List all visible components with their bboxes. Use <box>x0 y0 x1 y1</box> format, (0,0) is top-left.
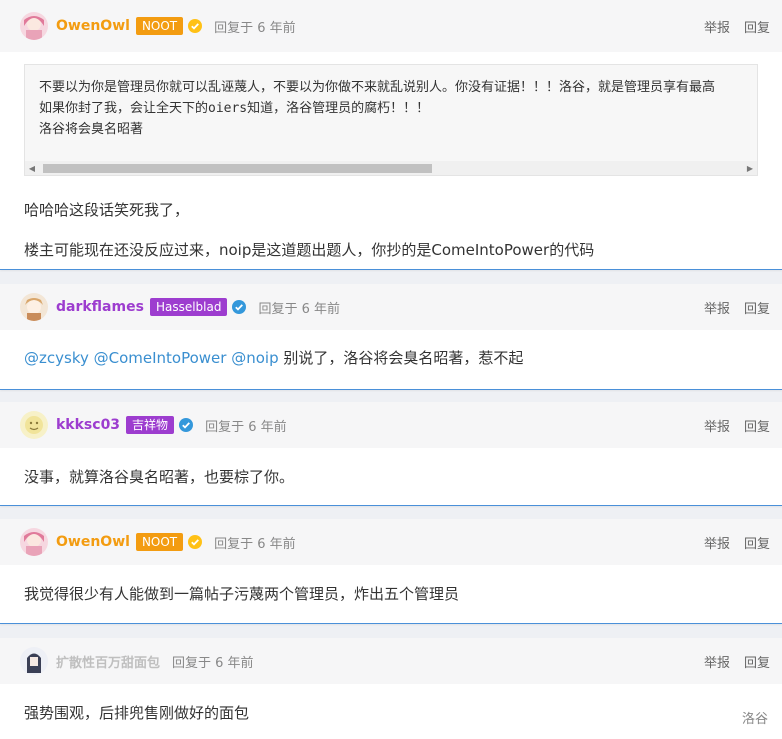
reply-paragraph: 楼主可能现在还没反应过来，noip是这道题出题人，你抄的是ComeIntoPow… <box>24 241 595 259</box>
user-badge: Hasselblad <box>149 298 228 316</box>
report-button[interactable]: 举报 <box>704 652 730 671</box>
reply-time: 回复于 6 年前 <box>172 655 254 671</box>
avatar[interactable] <box>20 411 48 439</box>
reply-time: 回复于 6 年前 <box>214 536 296 552</box>
reply-time: 回复于 6 年前 <box>205 419 287 435</box>
reply-body: 不要以为你是管理员你就可以乱诬蔑人，不要以为你做不来就乱说别人。你没有证据！！！… <box>0 64 782 261</box>
report-button[interactable]: 举报 <box>704 298 730 317</box>
reply-button[interactable]: 回复 <box>744 416 770 435</box>
reply-button[interactable]: 回复 <box>744 652 770 671</box>
username[interactable]: kkksc03 <box>56 417 120 433</box>
reply-header: 扩散性百万甜面包 回复于 6 年前 举报 回复 <box>0 638 782 684</box>
reply-text: 别说了，洛谷将会臭名昭著，惹不起 <box>283 349 524 367</box>
code-line: 洛谷将会臭名昭著 <box>39 122 144 137</box>
mention-link[interactable]: @ComeIntoPower <box>94 349 227 367</box>
reply-paragraph: 哈哈哈这段话笑死我了， <box>24 201 190 219</box>
code-block: 不要以为你是管理员你就可以乱诬蔑人，不要以为你做不来就乱说别人。你没有证据！！！… <box>24 64 758 176</box>
scroll-right-icon[interactable]: ▶ <box>743 161 757 175</box>
verified-check-icon <box>179 418 194 432</box>
report-button[interactable]: 举报 <box>704 416 730 435</box>
username[interactable]: OwenOwl <box>56 534 130 550</box>
code-line: 如果你封了我，会让全天下的oiers知道，洛谷管理员的腐朽！！！ <box>39 101 430 116</box>
reply-header: OwenOwl NOOT 回复于 6 年前 举报 回复 <box>0 519 782 565</box>
scrollbar-thumb[interactable] <box>43 164 432 173</box>
avatar[interactable] <box>20 647 48 675</box>
reply-paragraph: 我觉得很少有人能做到一篇帖子污蔑两个管理员，炸出五个管理员 <box>24 585 460 603</box>
reply-paragraph: 没事，就算洛谷臭名昭著，也要棕了你。 <box>24 468 295 486</box>
mention-link[interactable]: @noip <box>231 349 278 367</box>
reply-paragraph: 强势围观，后排兜售刚做好的面包 <box>24 704 250 722</box>
reply-paragraph: @zcysky @ComeIntoPower @noip 别说了，洛谷将会臭名昭… <box>24 347 758 369</box>
reply-header: kkksc03 吉祥物 回复于 6 年前 举报 回复 <box>0 402 782 448</box>
username[interactable]: OwenOwl <box>56 18 130 34</box>
avatar[interactable] <box>20 528 48 556</box>
reply-button[interactable]: 回复 <box>744 17 770 36</box>
reply-button[interactable]: 回复 <box>744 298 770 317</box>
reply-body: 我觉得很少有人能做到一篇帖子污蔑两个管理员，炸出五个管理员 <box>0 565 782 605</box>
reply-button[interactable]: 回复 <box>744 533 770 552</box>
scroll-left-icon[interactable]: ◀ <box>25 161 39 175</box>
verified-check-icon <box>188 19 203 33</box>
reply-card: darkflames Hasselblad 回复于 6 年前 举报 回复 @zc… <box>0 284 782 390</box>
code-content: 不要以为你是管理员你就可以乱诬蔑人，不要以为你做不来就乱说别人。你没有证据！！！… <box>25 65 757 153</box>
reply-body: 强势围观，后排兜售刚做好的面包 <box>0 684 782 724</box>
horizontal-scrollbar[interactable]: ◀ ▶ <box>25 161 757 175</box>
user-badge: 吉祥物 <box>126 416 175 434</box>
username[interactable]: darkflames <box>56 299 144 315</box>
reply-body: @zcysky @ComeIntoPower @noip 别说了，洛谷将会臭名昭… <box>0 330 782 369</box>
verified-check-icon <box>188 535 203 549</box>
reply-header: darkflames Hasselblad 回复于 6 年前 举报 回复 <box>0 284 782 330</box>
verified-check-icon <box>232 300 247 314</box>
report-button[interactable]: 举报 <box>704 533 730 552</box>
username[interactable]: 扩散性百万甜面包 <box>56 652 160 671</box>
user-badge: NOOT <box>135 17 184 35</box>
reply-body: 没事，就算洛谷臭名昭著，也要棕了你。 <box>0 448 782 488</box>
user-badge: NOOT <box>135 533 184 551</box>
reply-header: OwenOwl NOOT 回复于 6 年前 举报 回复 <box>0 0 782 52</box>
code-line: 不要以为你是管理员你就可以乱诬蔑人，不要以为你做不来就乱说别人。你没有证据！！！… <box>39 80 716 95</box>
reply-time: 回复于 6 年前 <box>214 20 296 36</box>
avatar[interactable] <box>20 12 48 40</box>
reply-card: 扩散性百万甜面包 回复于 6 年前 举报 回复 强势围观，后排兜售刚做好的面包 … <box>0 638 782 739</box>
reply-card: OwenOwl NOOT 回复于 6 年前 举报 回复 我觉得很少有人能做到一篇… <box>0 519 782 624</box>
reply-card: OwenOwl NOOT 回复于 6 年前 举报 回复 不要以为你是管理员你就可… <box>0 0 782 270</box>
corner-author-label: 洛谷 <box>741 712 768 727</box>
scrollbar-track[interactable] <box>39 161 743 175</box>
reply-card: kkksc03 吉祥物 回复于 6 年前 举报 回复 没事，就算洛谷臭名昭著，也… <box>0 402 782 506</box>
report-button[interactable]: 举报 <box>704 17 730 36</box>
avatar[interactable] <box>20 293 48 321</box>
reply-time: 回复于 6 年前 <box>258 301 341 317</box>
mention-link[interactable]: @zcysky <box>24 349 89 367</box>
